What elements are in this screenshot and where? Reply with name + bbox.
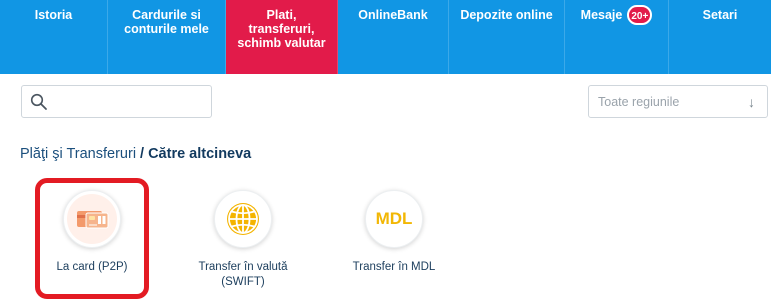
nav-item-istoria[interactable]: Istoria [0,0,108,74]
option-label: Transfer în valută (SWIFT) [198,261,288,288]
region-select-value: Toate regiunile [598,95,680,109]
nav-item-payments-transfers[interactable]: Plati, transferuri, schimb valutar [226,0,338,74]
option-label: La card (P2P) [56,261,128,273]
nav-label: OnlineBank [358,8,428,22]
region-select[interactable]: Toate regiunile ↓ [588,85,768,118]
nav-item-onlinebank[interactable]: OnlineBank [338,0,449,74]
nav-item-messages[interactable]: Mesaje 20+ [565,0,669,74]
option-label: Transfer în MDL [352,261,436,273]
messages-count-badge: 20+ [627,5,653,25]
arrow-down-icon: ↓ [748,94,755,110]
option-icon-circle: MDL [365,190,423,248]
mdl-icon: MDL [375,209,413,228]
nav-label: Plati, transferuri, schimb valutar [237,8,326,50]
option-card-p2p[interactable]: La card (P2P) [37,190,147,275]
option-mdl-transfer[interactable]: MDL Transfer în MDL [339,190,449,275]
search-icon [30,93,47,110]
nav-label: Cardurile si conturile mele [124,8,209,36]
option-swift-transfer[interactable]: Transfer în valută (SWIFT) [188,190,298,290]
option-icon-circle [63,190,121,248]
top-navigation: Istoria Cardurile si conturile mele Plat… [0,0,771,74]
globe-icon [227,203,259,235]
nav-label: Istoria [34,8,73,22]
nav-item-cards-accounts[interactable]: Cardurile si conturile mele [108,0,226,74]
nav-item-settings[interactable]: Setari [669,0,771,74]
breadcrumb: Plăţi şi Transferuri / Către altcineva [20,146,251,162]
breadcrumb-separator: / [140,146,145,162]
card-icon [67,194,117,244]
search-box [21,85,212,119]
nav-item-online-deposits[interactable]: Depozite online [449,0,565,74]
nav-label: Setari [702,8,738,22]
nav-label: Mesaje [580,8,623,22]
breadcrumb-current: Către altcineva [148,146,252,162]
breadcrumb-link-payments[interactable]: Plăţi şi Transferuri [20,146,136,162]
search-input[interactable] [54,86,208,119]
nav-label: Depozite online [460,8,553,22]
option-icon-circle [214,190,272,248]
